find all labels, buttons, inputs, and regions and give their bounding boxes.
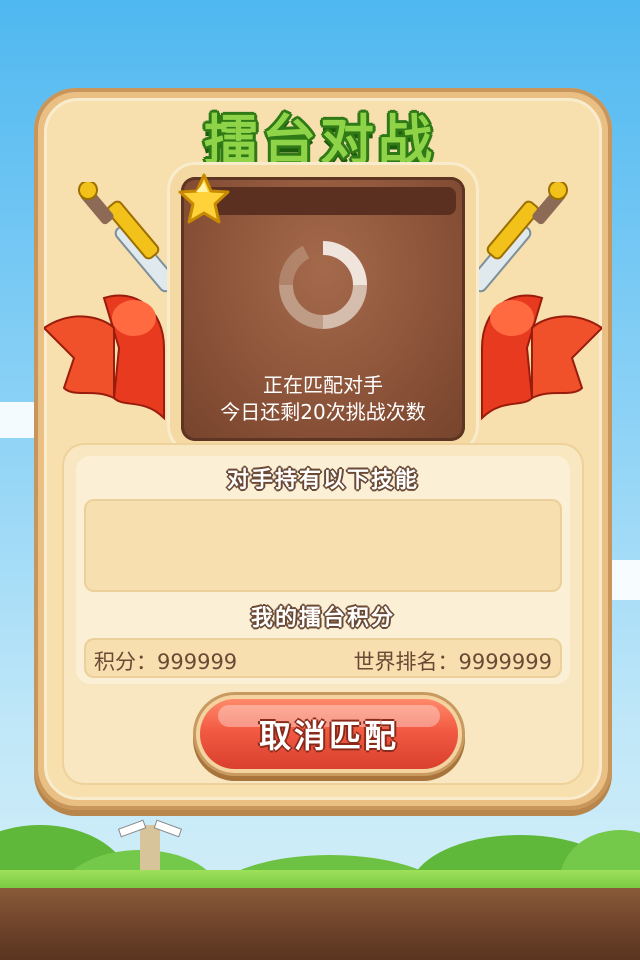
cancel-match-button[interactable]: 取消匹配 xyxy=(200,699,458,769)
matching-status: 正在匹配对手 xyxy=(263,373,383,397)
skills-section-title: 对手持有以下技能 xyxy=(226,468,419,493)
star-icon xyxy=(178,173,230,224)
score-section-title: 我的擂台积分 xyxy=(250,606,395,631)
match-progress-bar xyxy=(200,187,456,215)
cancel-match-label: 取消匹配 xyxy=(258,717,399,755)
remaining-challenges: 今日还剩20次挑战次数 xyxy=(220,400,426,424)
opponent-skills-box xyxy=(84,499,562,592)
loading-spinner-icon xyxy=(278,241,367,329)
world-rank-value: 世界排名：9999999 xyxy=(353,650,552,674)
ribbon-icon xyxy=(481,294,602,421)
points-value: 积分：999999 xyxy=(94,650,238,674)
ground xyxy=(0,888,640,960)
ribbon-icon xyxy=(44,294,165,421)
